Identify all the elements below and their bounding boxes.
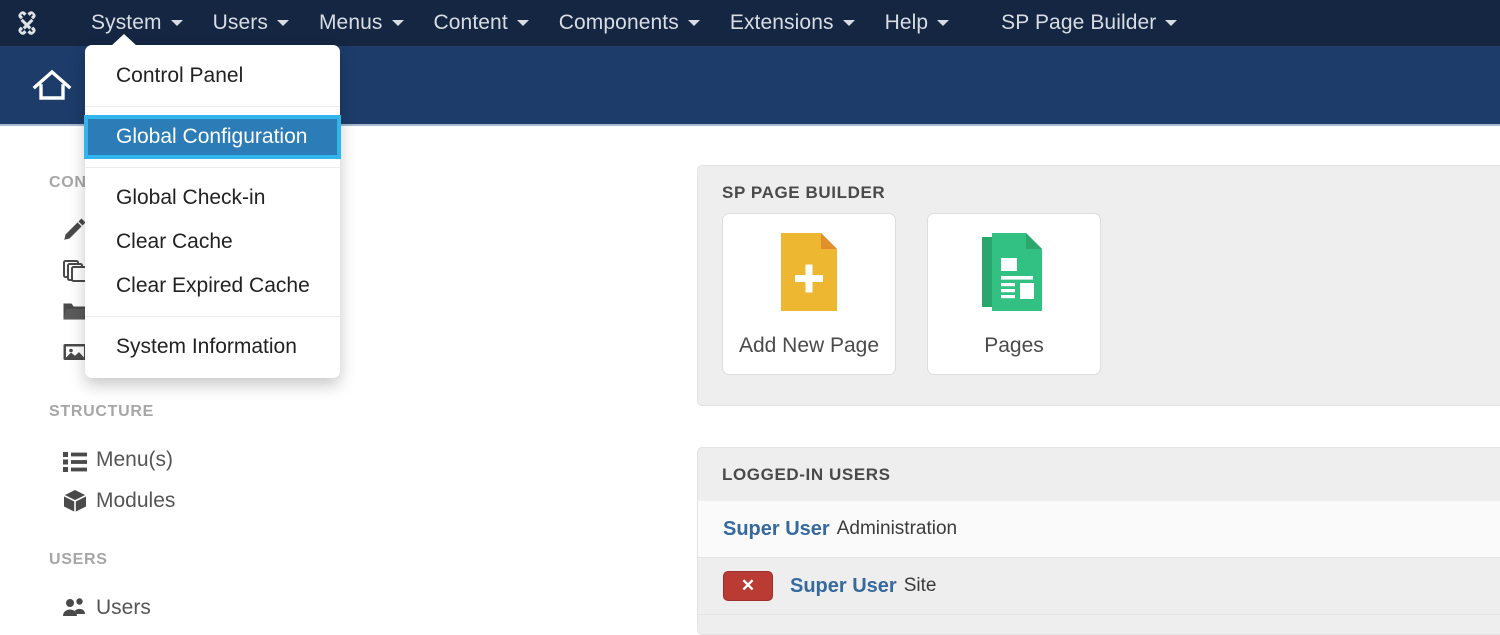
tile-pages[interactable]: Pages — [927, 213, 1101, 375]
menu-item-clear-expired-cache[interactable]: Clear Expired Cache — [85, 264, 340, 308]
chevron-down-icon — [688, 20, 700, 26]
nav-item-label: SP Page Builder — [1001, 11, 1156, 35]
sp-page-builder-panel: SP PAGE BUILDER Add New Page — [697, 165, 1500, 406]
tile-label: Pages — [984, 334, 1044, 358]
menu-divider — [85, 316, 340, 317]
panel-title: SP PAGE BUILDER — [722, 183, 885, 203]
pages-icon — [980, 231, 1048, 318]
chevron-down-icon — [277, 20, 289, 26]
menu-item-control-panel[interactable]: Control Panel — [85, 54, 340, 98]
user-context: Site — [904, 575, 937, 597]
nav-item-menus[interactable]: Menus — [304, 0, 419, 46]
nav-item-label: Components — [559, 11, 679, 35]
tile-label: Add New Page — [739, 334, 879, 358]
chevron-down-icon — [392, 20, 404, 26]
sidebar-item-menus[interactable]: Menu(s) — [62, 443, 173, 477]
chevron-down-icon — [843, 20, 855, 26]
sidebar-heading-structure: STRUCTURE — [49, 403, 154, 421]
menu-item-system-information[interactable]: System Information — [85, 325, 340, 369]
logged-in-users-list: Super User Administration ✕ Super User S… — [698, 501, 1500, 635]
tile-add-new-page[interactable]: Add New Page — [722, 213, 896, 375]
sidebar-item-label: Menu(s) — [96, 448, 173, 472]
kick-label: ✕ — [741, 576, 755, 596]
nav-item-label: System — [91, 11, 162, 35]
sidebar-item-users[interactable]: Users — [62, 591, 151, 625]
nav-item-extensions[interactable]: Extensions — [715, 0, 870, 46]
sidebar-heading-users: USERS — [49, 551, 108, 569]
user-name-link[interactable]: Super User — [790, 575, 897, 598]
user-name-link[interactable]: Super User — [723, 518, 830, 541]
list-item[interactable]: Super User Administration — [698, 501, 1500, 558]
chevron-down-icon — [171, 20, 183, 26]
list-icon — [62, 447, 96, 473]
menu-item-clear-cache[interactable]: Clear Cache — [85, 220, 340, 264]
sidebar-item-label: Modules — [96, 489, 175, 513]
joomla-logo-icon[interactable] — [0, 0, 54, 46]
x-icon[interactable]: ✕ — [723, 571, 773, 601]
nav-item-label: Help — [885, 11, 929, 35]
sidebar-item-label: Users — [96, 596, 151, 620]
menu-item-global-configuration[interactable]: Global Configuration — [84, 115, 341, 159]
nav-item-users[interactable]: Users — [198, 0, 304, 46]
nav-item-label: Menus — [319, 11, 383, 35]
menu-item-global-check-in[interactable]: Global Check-in — [85, 176, 340, 220]
nav-item-label: Content — [434, 11, 508, 35]
menu-divider — [85, 106, 340, 107]
list-footer-spacer — [698, 615, 1500, 635]
logged-in-users-panel: LOGGED-IN USERS Super User Administratio… — [697, 447, 1500, 635]
chevron-down-icon — [937, 20, 949, 26]
nav-item-label: Users — [213, 11, 268, 35]
nav-item-components[interactable]: Components — [544, 0, 715, 46]
user-context: Administration — [837, 518, 957, 540]
nav-item-label: Extensions — [730, 11, 834, 35]
chevron-down-icon — [517, 20, 529, 26]
nav-item-content[interactable]: Content — [419, 0, 544, 46]
cube-icon — [62, 488, 96, 514]
home-icon[interactable] — [30, 64, 74, 108]
new-page-icon — [775, 231, 843, 318]
nav-item-help[interactable]: Help — [870, 0, 965, 46]
nav-item-sp-page-builder[interactable]: SP Page Builder — [986, 0, 1192, 46]
system-dropdown-menu: Control Panel Global Configuration Globa… — [85, 45, 340, 378]
users-icon — [62, 595, 96, 621]
menu-divider — [85, 167, 340, 168]
list-item[interactable]: ✕ Super User Site — [698, 558, 1500, 615]
panel-title: LOGGED-IN USERS — [722, 465, 891, 485]
chevron-down-icon — [1165, 20, 1177, 26]
top-navigation-bar: System Users Menus Content Components Ex… — [0, 0, 1500, 46]
sidebar-item-modules[interactable]: Modules — [62, 484, 175, 518]
